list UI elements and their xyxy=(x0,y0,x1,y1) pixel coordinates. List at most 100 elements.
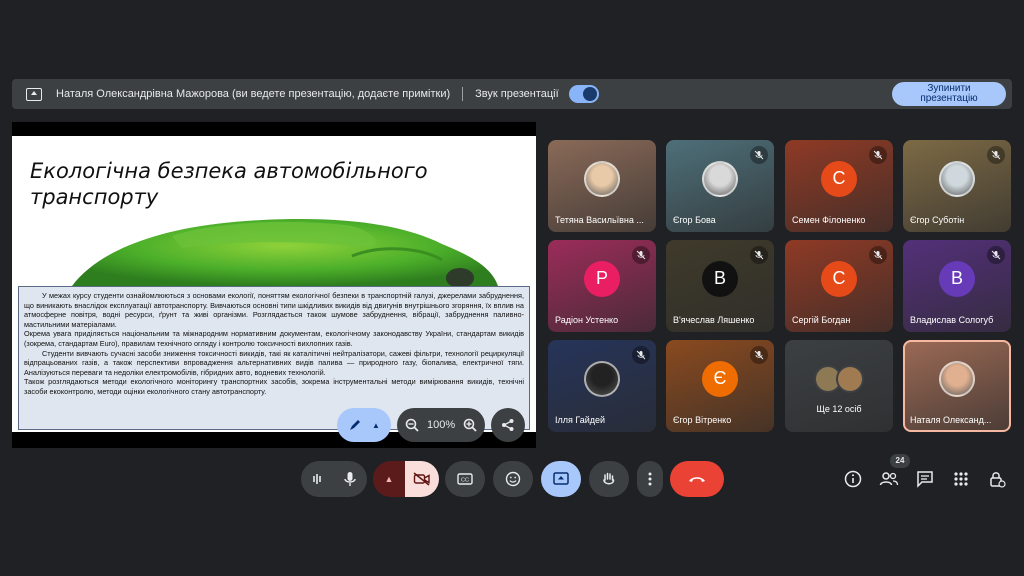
mic-off-icon xyxy=(869,246,887,264)
slide-title: Екологічна безпека автомобільного трансп… xyxy=(30,159,428,209)
avatar-photo xyxy=(939,360,975,397)
participant-name: Сергій Богдан xyxy=(792,315,851,325)
activities-icon xyxy=(954,472,968,486)
activities-button[interactable] xyxy=(950,468,972,490)
avatar-photo xyxy=(702,160,738,197)
zoom-in-icon[interactable] xyxy=(463,418,477,432)
emoji-button[interactable] xyxy=(493,461,533,497)
slide-paragraph: Також розглядаються методи екологічного … xyxy=(24,377,524,396)
participant-tile[interactable]: Ще 12 осіб xyxy=(785,340,893,432)
participant-name: Радіон Устенко xyxy=(555,315,619,325)
leave-call-button[interactable] xyxy=(670,461,724,497)
svg-text:CC: CC xyxy=(461,478,469,484)
participant-name: Єгор Бова xyxy=(673,215,716,225)
captions-button[interactable]: CC xyxy=(445,461,485,497)
chevron-up-icon: ▲ xyxy=(384,474,394,484)
mic-off-icon xyxy=(750,246,768,264)
avatar-letter: В xyxy=(702,260,738,297)
avatar-letter: В xyxy=(939,260,975,297)
camera-options-button[interactable]: ▲ xyxy=(373,461,405,497)
meeting-details-button[interactable] xyxy=(842,468,864,490)
avatar-letter: Р xyxy=(584,260,620,297)
participant-tile[interactable]: Є Єгор Вітренко xyxy=(666,340,774,432)
participant-tile[interactable]: Р Радіон Устенко xyxy=(548,240,656,332)
presentation-sound-toggle[interactable] xyxy=(568,85,599,103)
host-controls-button[interactable] xyxy=(986,468,1008,490)
pen-icon xyxy=(350,420,361,430)
mic-off-icon xyxy=(750,346,768,364)
participant-name: Владислав Сологуб xyxy=(910,315,994,325)
chat-icon xyxy=(917,471,933,488)
share-button[interactable] xyxy=(491,408,526,442)
slide: Екологічна безпека автомобільного трансп… xyxy=(12,136,536,432)
mic-off-icon xyxy=(987,146,1005,164)
participant-tile[interactable]: В В'ячеслав Ляшенко xyxy=(666,240,774,332)
group-avatars xyxy=(809,361,869,397)
annotate-button[interactable]: ▲ xyxy=(337,408,391,442)
participant-tile[interactable]: Єгор Суботін xyxy=(903,140,1011,232)
info-icon xyxy=(844,470,862,488)
emoji-icon xyxy=(505,471,521,487)
presenting-banner: Наталя Олександрівна Мажорова (ви ведете… xyxy=(12,79,1012,109)
participant-tile[interactable]: Єгор Бова xyxy=(666,140,774,232)
slide-paragraph: Окрема увага приділяється національним т… xyxy=(24,329,524,348)
camera-off-icon xyxy=(413,472,430,486)
participant-tile[interactable]: С Сергій Богдан xyxy=(785,240,893,332)
zoom-level: 100% xyxy=(427,419,456,431)
mic-off-icon xyxy=(750,146,768,164)
raise-hand-button[interactable] xyxy=(589,461,629,497)
slide-toolbar: ▲ 100% xyxy=(337,408,526,442)
host-controls-icon xyxy=(990,472,1006,488)
end-call-icon xyxy=(689,477,705,482)
zoom-controls: 100% xyxy=(397,408,486,442)
mic-off-icon xyxy=(869,146,887,164)
presenter-text: Наталя Олександрівна Мажорова (ви ведете… xyxy=(56,88,451,100)
divider xyxy=(462,87,464,101)
camera-button[interactable] xyxy=(405,461,439,497)
avatar-letter: С xyxy=(821,160,857,197)
participant-tile[interactable]: В Владислав Сологуб xyxy=(903,240,1011,332)
participant-name: В'ячеслав Ляшенко xyxy=(673,315,755,325)
avatar xyxy=(836,364,864,393)
participant-name: Ще 12 осіб xyxy=(816,404,862,414)
participant-name: Наталя Олександ... xyxy=(910,415,992,425)
mic-off-icon xyxy=(632,346,650,364)
audio-icon xyxy=(313,474,321,484)
people-button[interactable] xyxy=(878,468,900,490)
chat-button[interactable] xyxy=(914,468,936,490)
share-icon xyxy=(502,419,514,431)
participant-tile[interactable]: С Семен Філоненко xyxy=(785,140,893,232)
microphone-button[interactable] xyxy=(333,461,367,497)
participant-tile[interactable]: Тетяна Васильївна ... xyxy=(548,140,656,232)
chevron-up-icon: ▲ xyxy=(372,420,380,430)
mic-off-icon xyxy=(987,246,1005,264)
participant-name: Ілля Гайдей xyxy=(555,415,606,425)
avatar-letter: С xyxy=(821,260,857,297)
people-icon xyxy=(879,472,899,486)
participant-name: Єгор Суботін xyxy=(910,215,965,225)
presentation-view: Екологічна безпека автомобільного трансп… xyxy=(12,122,536,448)
more-options-button[interactable] xyxy=(637,461,663,497)
slide-paragraph: У межах курсу студенти ознайомлюються з … xyxy=(24,291,524,329)
participant-name: Єгор Вітренко xyxy=(673,415,732,425)
stop-presenting-button[interactable]: Зупинити презентацію xyxy=(892,82,1006,106)
participant-tile[interactable]: Наталя Олександ... xyxy=(903,340,1011,432)
presentation-sound-label: Звук презентації xyxy=(475,88,559,100)
mic-icon xyxy=(344,472,356,486)
present-screen-button[interactable] xyxy=(541,461,581,497)
slide-paragraph: Студенти вивчають сучасні засоби зниженн… xyxy=(24,348,524,377)
avatar-photo xyxy=(584,160,620,197)
participant-tile[interactable]: Ілля Гайдей xyxy=(548,340,656,432)
participants-count-badge: 24 xyxy=(890,454,910,468)
presentation-icon xyxy=(26,87,42,101)
hand-icon xyxy=(603,472,615,485)
avatar-photo xyxy=(584,360,620,397)
participant-name: Семен Філоненко xyxy=(792,215,866,225)
captions-icon: CC xyxy=(457,473,473,485)
audio-settings-button[interactable] xyxy=(301,461,333,497)
avatar-photo xyxy=(939,160,975,197)
more-icon xyxy=(648,472,652,486)
participant-name: Тетяна Васильївна ... xyxy=(555,215,644,225)
present-icon xyxy=(553,472,569,485)
zoom-out-icon[interactable] xyxy=(405,418,419,432)
